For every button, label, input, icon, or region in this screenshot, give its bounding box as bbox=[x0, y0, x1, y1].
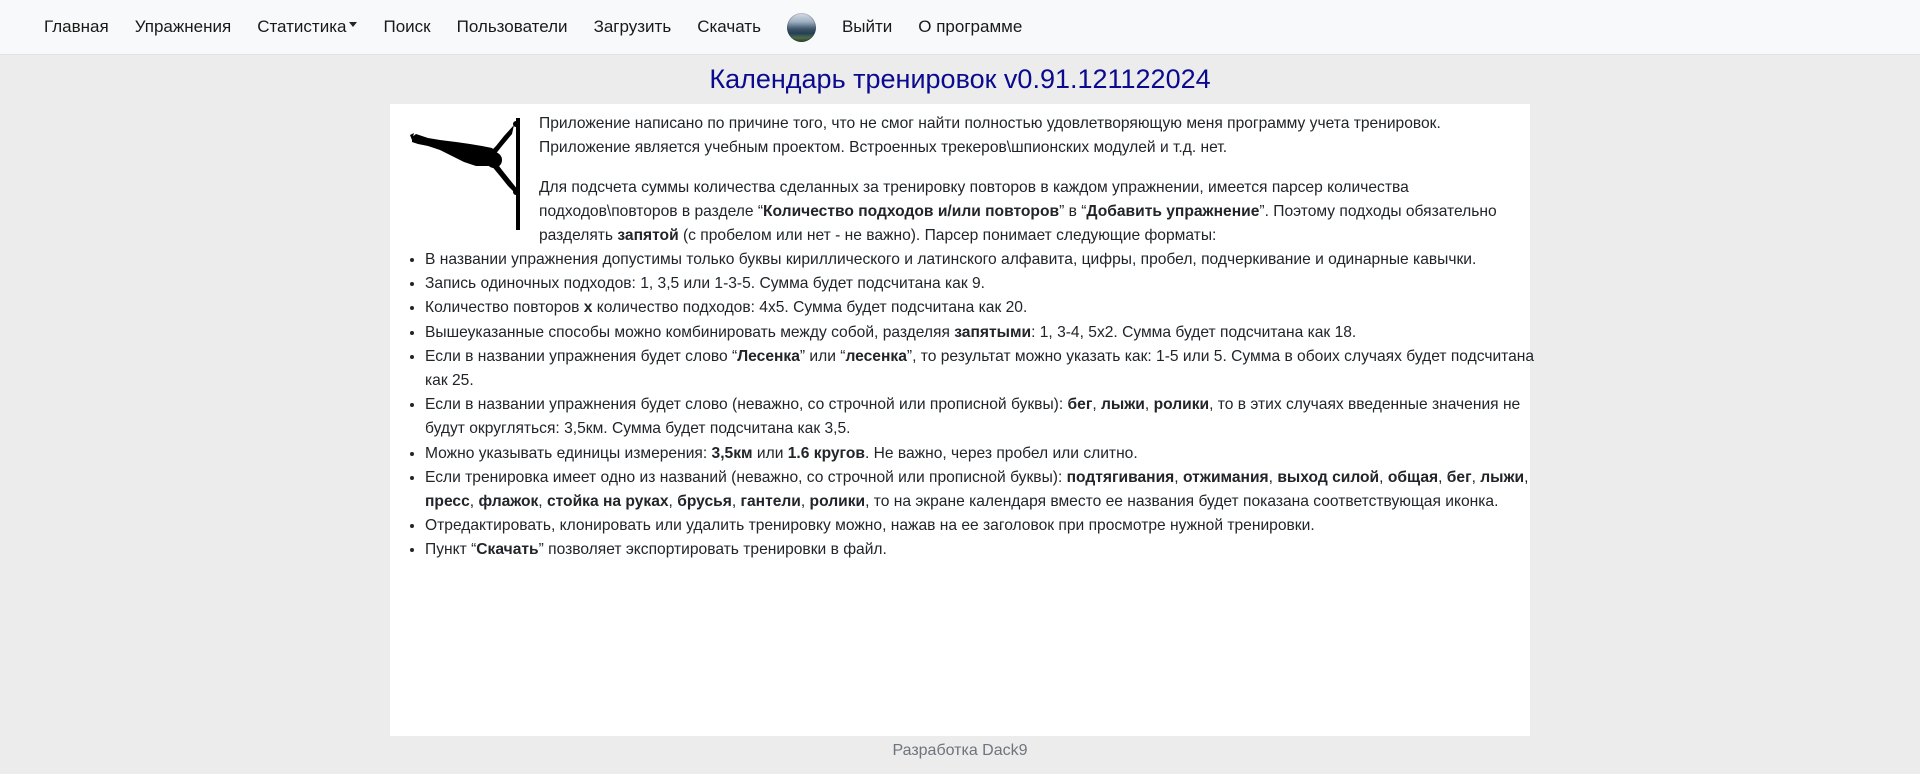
rule-8-item: флажок bbox=[478, 493, 539, 511]
navbar: Главная Упражнения Статистика Поиск Поль… bbox=[0, 0, 1920, 54]
rule-item-5: Если в названии упражнения будет слово “… bbox=[425, 345, 1545, 393]
rule-item-9: Отредактировать, клонировать или удалить… bbox=[425, 514, 1545, 538]
intro-p2-b: Количество подходов и/или повторов bbox=[763, 203, 1060, 220]
intro-p2-f: запятой bbox=[617, 227, 679, 244]
rule-7-c: или bbox=[752, 444, 788, 462]
rule-8-item: брусья bbox=[677, 493, 732, 511]
nav-users[interactable]: Пользователи bbox=[457, 17, 568, 37]
human-flag-logo-icon bbox=[410, 118, 520, 230]
rule-4-a: Вышеуказанные способы можно комбинироват… bbox=[425, 323, 955, 341]
rule-3-a: Количество повторов bbox=[425, 299, 584, 317]
rule-8-a: Если тренировка имеет одно из названий (… bbox=[425, 468, 1067, 486]
rule-6-c: лыжи bbox=[1101, 396, 1145, 414]
rule-item-8: Если тренировка имеет одно из названий (… bbox=[425, 466, 1545, 514]
user-avatar-icon[interactable] bbox=[786, 12, 816, 42]
rule-item-7: Можно указывать единицы измерения: 3,5км… bbox=[425, 442, 1545, 466]
rule-6-a: Если в названии упражнения будет слово (… bbox=[425, 396, 1068, 414]
rule-6-d: ролики bbox=[1153, 396, 1210, 414]
intro-paragraph-2: Для подсчета суммы количества сделанных … bbox=[539, 176, 1519, 248]
rule-4-c: : 1, 3-4, 5x2. Сумма будет подсчитана ка… bbox=[1031, 323, 1357, 341]
rule-item-10: Пункт “Скачать” позволяет экспортировать… bbox=[425, 538, 1545, 562]
rule-8-item: выход силой bbox=[1277, 468, 1380, 486]
rule-8-item: лыжи bbox=[1480, 468, 1525, 486]
rule-5-c: ” или “ bbox=[799, 347, 846, 365]
rule-10-b: Скачать bbox=[476, 541, 539, 559]
rule-7-b: 3,5км bbox=[711, 444, 753, 462]
rule-item-2: Запись одиночных подходов: 1, 3,5 или 1-… bbox=[425, 272, 1545, 296]
rule-7-d: 1.6 кругов bbox=[787, 444, 865, 462]
caret-down-icon bbox=[349, 21, 358, 27]
rule-item-4: Вышеуказанные способы можно комбинироват… bbox=[425, 321, 1545, 345]
rules-list: В названии упражнения допустимы только б… bbox=[402, 248, 1545, 563]
intro-p2-g: (с пробелом или нет - не важно). Парсер … bbox=[678, 227, 1217, 244]
rule-8-item: отжимания bbox=[1182, 468, 1269, 486]
rule-8-item: бег bbox=[1446, 468, 1472, 486]
rule-item-6: Если в названии упражнения будет слово (… bbox=[425, 393, 1545, 441]
rule-6-b: бег bbox=[1067, 396, 1093, 414]
rule-4-b: запятыми bbox=[954, 323, 1032, 341]
nav-home[interactable]: Главная bbox=[44, 17, 109, 37]
rule-2-text: Запись одиночных подходов: 1, 3,5 или 1-… bbox=[425, 275, 985, 293]
rule-10-c: ” позволяет экспортировать тренировки в … bbox=[538, 541, 887, 559]
intro-line-1: Приложение написано по причине того, что… bbox=[539, 115, 1441, 132]
intro-paragraph-1: Приложение написано по причине того, что… bbox=[539, 112, 1519, 160]
rule-5-a: Если в названии упражнения будет слово “ bbox=[425, 347, 738, 365]
rule-8-item: стойка на руках bbox=[546, 493, 669, 511]
nav-logout[interactable]: Выйти bbox=[842, 17, 892, 37]
rule-5-b: Лесенка bbox=[737, 347, 800, 365]
nav-statistics-label: Статистика bbox=[257, 17, 347, 36]
nav-search[interactable]: Поиск bbox=[383, 17, 430, 37]
nav-exercises[interactable]: Упражнения bbox=[135, 17, 231, 37]
rule-8-item: ролики bbox=[809, 493, 866, 511]
nav-download[interactable]: Скачать bbox=[697, 17, 761, 37]
nav-list: Главная Упражнения Статистика Поиск Поль… bbox=[44, 12, 1048, 42]
rule-10-a: Пункт “ bbox=[425, 541, 477, 559]
nav-statistics-dropdown[interactable]: Статистика bbox=[257, 17, 358, 37]
rule-item-3: Количество повторов x количество подходо… bbox=[425, 296, 1545, 320]
rule-9-text: Отредактировать, клонировать или удалить… bbox=[425, 517, 1315, 535]
intro-p2-d: Добавить упражнение bbox=[1086, 203, 1260, 220]
rule-5-d: лесенка bbox=[845, 347, 907, 365]
rule-3-c: количество подходов: 4x5. Сумма будет по… bbox=[592, 299, 1028, 317]
intro-text: Приложение написано по причине того, что… bbox=[539, 112, 1519, 248]
footer: Разработка Dack9 bbox=[892, 742, 1028, 759]
rule-7-a: Можно указывать единицы измерения: bbox=[425, 444, 712, 462]
rule-item-1: В названии упражнения допустимы только б… bbox=[425, 248, 1545, 272]
nav-upload[interactable]: Загрузить bbox=[594, 17, 672, 37]
page-title: Календарь тренировок v0.91.121122024 bbox=[709, 64, 1211, 94]
intro-line-2: Приложение является учебным проектом. Вс… bbox=[539, 139, 1228, 156]
rule-8-e: , то на экране календаря вместо ее назва… bbox=[865, 493, 1499, 511]
rule-8-item: гантели bbox=[740, 493, 801, 511]
rule-1-text: В названии упражнения допустимы только б… bbox=[425, 251, 1477, 268]
rule-7-e: . Не важно, через пробел или слитно. bbox=[864, 444, 1138, 462]
intro-p2-c: ” в “ bbox=[1059, 203, 1087, 220]
rule-8-item: подтягивания bbox=[1066, 468, 1175, 486]
nav-about[interactable]: О программе bbox=[918, 17, 1022, 37]
rule-8-item: общая bbox=[1387, 468, 1439, 486]
about-card: Приложение написано по причине того, что… bbox=[390, 104, 1534, 736]
rule-8-item: пресс bbox=[425, 493, 470, 511]
